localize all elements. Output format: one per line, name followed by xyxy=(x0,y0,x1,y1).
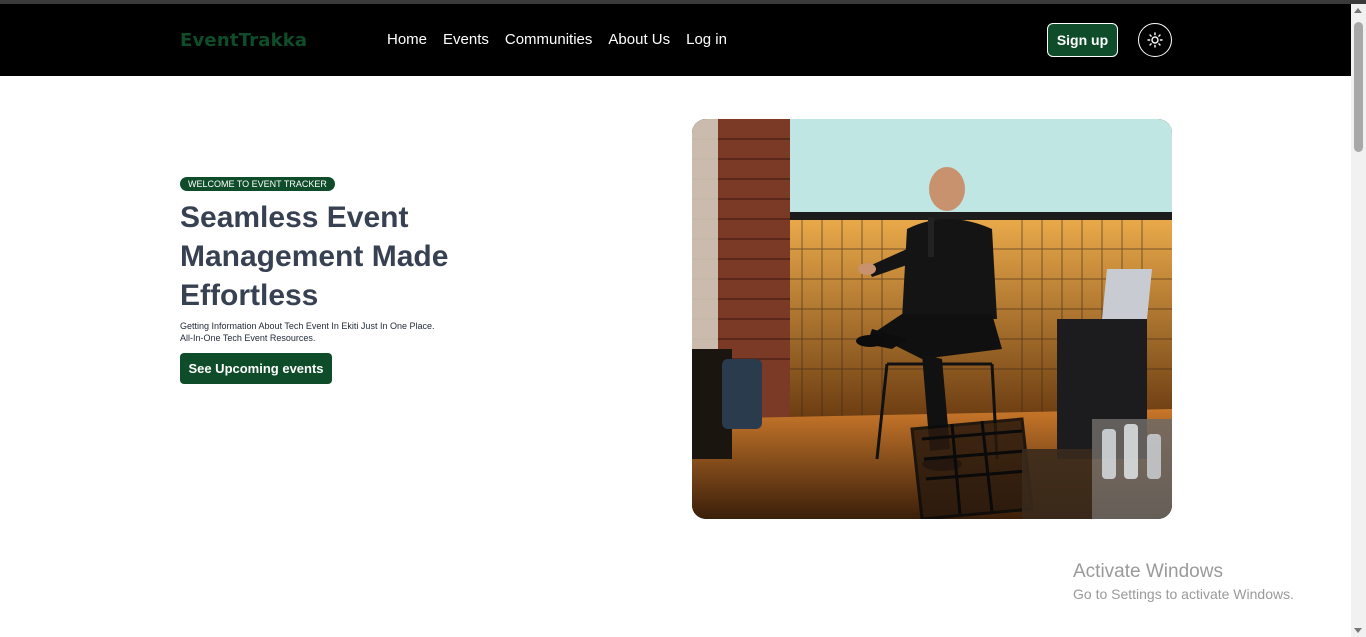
nav-link-about-us[interactable]: About Us xyxy=(608,31,670,48)
watermark-subtitle: Go to Settings to activate Windows. xyxy=(1073,586,1294,602)
nav-link-events[interactable]: Events xyxy=(443,31,489,48)
navbar: EventTrakka Home Events Communities Abou… xyxy=(0,4,1351,76)
windows-activation-watermark: Activate Windows Go to Settings to activ… xyxy=(1073,561,1294,605)
hero-headline: Seamless Event Management Made Effortles… xyxy=(180,201,449,312)
vertical-scrollbar[interactable] xyxy=(1351,4,1366,637)
welcome-badge: WELCOME TO EVENT TRACKER xyxy=(180,177,335,191)
main-nav: Home Events Communities About Us Log in xyxy=(387,31,727,48)
scroll-up-arrow-icon[interactable] xyxy=(1354,8,1362,13)
sun-icon xyxy=(1147,32,1163,48)
hero-subtext: Getting Information About Tech Event In … xyxy=(180,321,435,343)
watermark-title: Activate Windows xyxy=(1073,561,1223,582)
see-upcoming-events-button[interactable]: See Upcoming events xyxy=(180,353,332,384)
signup-button[interactable]: Sign up xyxy=(1047,23,1118,57)
speaker-photo-illustration xyxy=(692,119,1172,519)
scroll-down-arrow-icon[interactable] xyxy=(1354,628,1362,633)
theme-toggle-button[interactable] xyxy=(1138,23,1172,57)
nav-link-home[interactable]: Home xyxy=(387,31,427,48)
nav-link-communities[interactable]: Communities xyxy=(505,31,593,48)
hero-image xyxy=(692,119,1172,519)
nav-link-login[interactable]: Log in xyxy=(686,31,727,48)
site-logo[interactable]: EventTrakka xyxy=(180,30,307,51)
scrollbar-thumb[interactable] xyxy=(1354,22,1363,152)
